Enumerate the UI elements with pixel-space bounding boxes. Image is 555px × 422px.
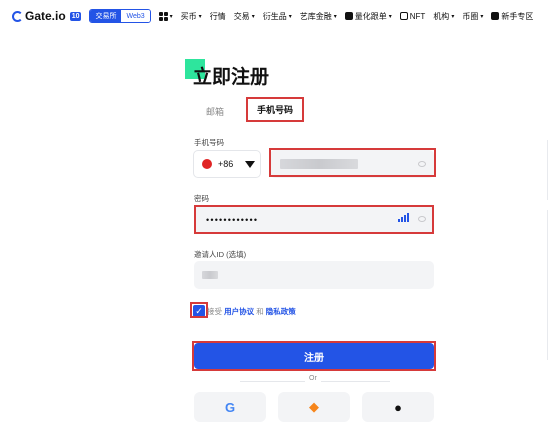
phone-label: 手机号码 (194, 138, 224, 147)
signup-method-tabs: 邮箱 手机号码 (193, 97, 304, 122)
nav-item-community[interactable]: 币圈 ▾ (462, 11, 483, 22)
chevron-down-icon: ▾ (169, 13, 173, 20)
or-label: Or (305, 375, 321, 382)
tab-email[interactable]: 邮箱 (193, 105, 237, 118)
nav-item-institution[interactable]: 机构 ▾ (433, 11, 454, 22)
nav-menu: ▾ 买币 ▾ 行情 交易 ▾ 衍生品 ▾ 艺库金融 ▾ 量化跟单 ▾ NFT 机构 ▾ 币圈… (158, 11, 533, 22)
password-label: 密码 (194, 194, 209, 203)
nav-item-finance[interactable]: 艺库金融 ▾ (300, 11, 337, 22)
nav-label: 买币 (180, 11, 197, 21)
nav-item-nft[interactable]: NFT (399, 11, 426, 21)
china-flag-icon (202, 159, 212, 169)
mode-switch: 交易所 Web3 (89, 9, 151, 23)
apple-icon: ● (394, 399, 402, 415)
nav-label: NFT (409, 11, 426, 21)
nav-label: 机构 (433, 11, 450, 21)
apple-login-button[interactable]: ● (362, 392, 434, 422)
redacted-invite-code (202, 271, 218, 279)
chevron-down-icon: ▾ (451, 13, 455, 20)
chevron-down-icon: ▾ (288, 13, 292, 20)
brand-badge: 10 (69, 11, 82, 21)
edge-divider (547, 140, 548, 200)
country-code-value: +86 (218, 159, 234, 169)
apps-grid-icon (158, 11, 168, 21)
invite-label: 邀请人ID (选填) (194, 250, 247, 259)
gate-logo-icon (12, 10, 23, 22)
tab-phone[interactable]: 手机号码 (246, 97, 304, 122)
agreement-text: 接受 用户协议 和 隐私政策 (207, 306, 296, 317)
nav-item-trade[interactable]: 交易 ▾ (234, 11, 255, 22)
nav-label: 行情 (209, 11, 226, 21)
chevron-down-icon: ▾ (198, 13, 202, 20)
nav-label: 新手专区 (501, 11, 534, 21)
nav-item-markets[interactable]: 行情 (210, 11, 226, 22)
register-highlight (192, 341, 436, 371)
nav-item-derivatives[interactable]: 衍生品 ▾ (263, 11, 292, 22)
nav-label: 衍生品 (262, 11, 287, 21)
brand-name: Gate.io (25, 9, 66, 23)
chevron-down-icon: ▾ (333, 13, 337, 20)
chevron-down-icon: ▾ (388, 13, 392, 20)
privacy-policy-link[interactable]: 隐私政策 (266, 307, 296, 316)
agree-prefix: 接受 (207, 307, 222, 316)
nav-label: 量化跟单 (354, 11, 387, 21)
nav-item-newbie[interactable]: 新手专区 (491, 11, 533, 22)
nav-label: 交易 (233, 11, 250, 21)
dropdown-arrow-icon (245, 160, 256, 168)
invite-code-input[interactable] (194, 261, 434, 289)
metamask-login-button[interactable]: ◆ (278, 392, 350, 422)
checkbox-highlight (190, 302, 208, 318)
edge-divider (547, 210, 548, 360)
nft-icon (399, 12, 408, 20)
quant-icon (344, 12, 353, 20)
top-nav: Gate.io 10 交易所 Web3 ▾ 买币 ▾ 行情 交易 ▾ 衍生品 ▾ 艺库… (0, 0, 555, 32)
mode-web3-tab[interactable]: Web3 (121, 10, 150, 22)
phone-highlight (269, 148, 436, 177)
brand-logo[interactable]: Gate.io 10 (12, 9, 82, 23)
user-agreement-link[interactable]: 用户协议 (224, 307, 254, 316)
gift-icon (491, 12, 500, 20)
password-highlight (194, 205, 434, 234)
chevron-down-icon: ▾ (251, 13, 255, 20)
country-code-select[interactable]: +86 (193, 150, 261, 178)
nav-item-buy[interactable]: 买币 ▾ (181, 11, 202, 22)
apps-menu[interactable]: ▾ (158, 11, 173, 21)
nav-item-quant[interactable]: 量化跟单 ▾ (344, 11, 392, 22)
nav-label: 艺库金融 (299, 11, 332, 21)
mode-exchange-tab[interactable]: 交易所 (90, 10, 122, 22)
nav-label: 币圈 (462, 11, 479, 21)
agree-and: 和 (256, 307, 264, 316)
google-login-button[interactable]: G (194, 392, 266, 422)
metamask-icon: ◆ (309, 399, 319, 414)
page-title: 立即注册 (193, 67, 270, 88)
google-icon: G (224, 399, 236, 415)
chevron-down-icon: ▾ (480, 13, 484, 20)
